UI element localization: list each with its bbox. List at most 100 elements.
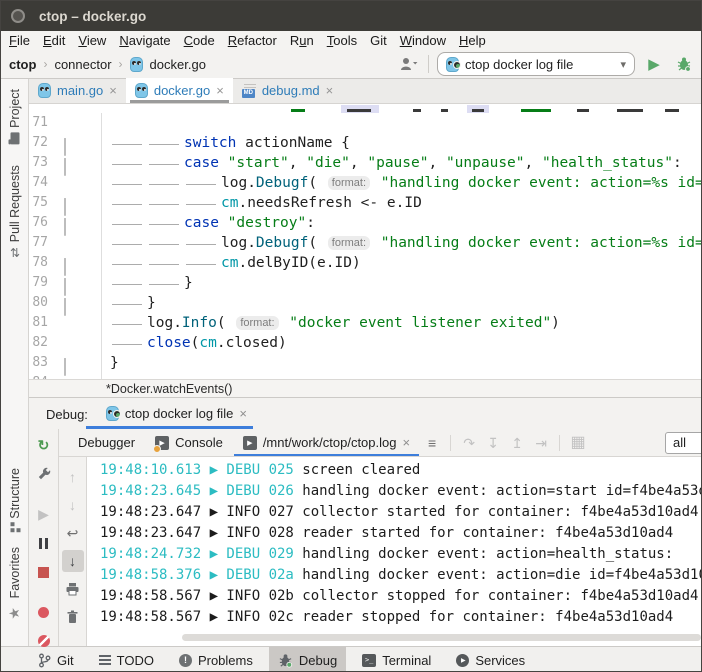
menu-window[interactable]: Window	[400, 33, 446, 48]
stop-icon[interactable]	[33, 561, 55, 583]
problems-icon: !	[179, 654, 192, 667]
sidebar-item-project[interactable]: Project	[8, 89, 22, 143]
soft-wrap-icon[interactable]: ↩	[62, 522, 84, 544]
tab-whitespace-icon	[184, 176, 221, 190]
log-filter-value: all	[673, 435, 686, 450]
editor-tab-docker-go[interactable]: docker.go×	[126, 78, 233, 103]
tab-whitespace-icon	[110, 136, 147, 150]
close-icon[interactable]: ×	[326, 83, 334, 98]
menu-edit[interactable]: Edit	[43, 33, 65, 48]
line-number: 78	[29, 253, 48, 273]
debug-tab-console[interactable]: ▶Console	[146, 429, 232, 457]
close-icon[interactable]: ×	[109, 83, 117, 98]
fold-slot	[64, 317, 76, 329]
status-item-label: Git	[57, 653, 74, 668]
run-configuration-select[interactable]: ctop docker log file ▾	[437, 52, 635, 76]
code-token: Debugf	[256, 235, 308, 251]
code-line-text: log.Debugf( format: "handling docker eve…	[102, 173, 701, 193]
code-token: ,	[428, 155, 445, 171]
run-to-cursor-icon[interactable]: ⇥	[530, 432, 552, 454]
debug-button[interactable]	[673, 53, 695, 75]
log-meta: 19:48:58.376 ▶ DEBU 02a	[100, 567, 302, 583]
step-out-icon[interactable]: ↥	[506, 432, 528, 454]
sidebar-item-pull-requests[interactable]: ⇅Pull Requests	[8, 165, 22, 258]
evaluate-icon[interactable]: ▦	[567, 432, 589, 454]
status-item-todo[interactable]: TODO	[90, 647, 163, 672]
breadcrumb-item[interactable]: connector	[54, 57, 111, 72]
code-line-text: close(cm.closed)	[102, 333, 287, 353]
debug-tab-debugger[interactable]: Debugger	[69, 429, 144, 457]
step-over-icon[interactable]: ↷	[458, 432, 480, 454]
breadcrumb-item[interactable]: docker.go	[150, 57, 206, 72]
step-into-icon[interactable]: ↧	[482, 432, 504, 454]
menu-refactor[interactable]: Refactor	[228, 33, 277, 48]
run-button[interactable]: ▶	[643, 53, 665, 75]
parameter-hint: format:	[328, 236, 370, 250]
editor-tab-debug-md[interactable]: debug.md×	[233, 78, 342, 103]
status-item-problems[interactable]: !Problems	[170, 647, 262, 672]
scroll-down-icon[interactable]: ↓	[62, 494, 84, 516]
code-token: (	[217, 315, 234, 331]
menu-tools[interactable]: Tools	[327, 33, 357, 48]
rerun-icon[interactable]: ↻	[33, 434, 55, 456]
horizontal-scrollbar[interactable]	[182, 634, 701, 641]
code-token: "handling docker event: action=%s id=%s	[372, 175, 701, 191]
close-icon[interactable]: ×	[402, 435, 410, 450]
tab-whitespace-icon	[147, 236, 184, 250]
code-line-text: cm.delByID(e.ID)	[102, 253, 361, 273]
ide-window: ctop – docker.go FileEditViewNavigateCod…	[0, 0, 702, 672]
folder-icon	[10, 132, 19, 144]
menu-file[interactable]: File	[9, 33, 30, 48]
code-token: :	[673, 155, 682, 171]
log-filter-select[interactable]: all	[665, 432, 701, 454]
menu-help[interactable]: Help	[459, 33, 486, 48]
structure-icon	[11, 525, 19, 532]
line-number: 73	[29, 153, 48, 173]
menu-code[interactable]: Code	[184, 33, 215, 48]
status-item-terminal[interactable]: >_Terminal	[353, 647, 440, 672]
log-message: reader stopped for container: f4be4a53d1…	[302, 609, 673, 625]
code-line: 77log.Debugf( format: "handling docker e…	[29, 233, 701, 253]
sidebar-item-favorites[interactable]: ★Favorites	[7, 547, 23, 620]
scroll-up-icon[interactable]: ↑	[62, 466, 84, 488]
sidebar-item-structure[interactable]: Structure	[8, 468, 22, 533]
fold-slot	[64, 337, 76, 349]
tab-whitespace-icon	[147, 156, 184, 170]
menu-run[interactable]: Run	[290, 33, 314, 48]
view-breakpoints-icon[interactable]	[33, 601, 55, 623]
pause-icon[interactable]	[33, 532, 55, 554]
resume-icon[interactable]: ▶	[33, 503, 55, 525]
status-item-debug[interactable]: Debug	[269, 647, 346, 672]
code-editor[interactable]: 7172switch actionName {73case "start", "…	[29, 113, 701, 379]
log-message: collector started for container: f4be4a5…	[302, 504, 698, 520]
debug-session-tab[interactable]: ctop docker log file ×	[100, 398, 253, 429]
editor-breadcrumb-item[interactable]: *Docker.watchEvents()	[106, 382, 232, 396]
menu-git[interactable]: Git	[370, 33, 387, 48]
chevron-right-icon: ›	[119, 57, 123, 71]
code-token: "destroy"	[228, 215, 307, 231]
log-meta: 19:48:23.647 ▶ INFO 028	[100, 525, 302, 541]
code-token: "pause"	[367, 155, 428, 171]
user-profile-icon[interactable]	[398, 53, 420, 75]
close-icon[interactable]: ×	[216, 83, 224, 98]
settings-icon[interactable]	[33, 463, 55, 485]
close-icon[interactable]: ×	[239, 406, 247, 421]
log-message: handling docker event: action=die id=f4b…	[302, 567, 701, 583]
status-item-git[interactable]: Git	[29, 647, 83, 672]
scroll-to-end-icon[interactable]: ↓	[62, 550, 84, 572]
editor-tab-main-go[interactable]: main.go×	[29, 78, 126, 103]
menu-navigate[interactable]: Navigate	[119, 33, 170, 48]
editor-gutter: 72	[29, 133, 102, 153]
clear-icon[interactable]	[62, 606, 84, 628]
window-button[interactable]	[11, 9, 25, 23]
tab-whitespace-icon	[110, 216, 147, 230]
debug-tab--mnt-work-ctop-ctop-log[interactable]: ▶/mnt/work/ctop/ctop.log×	[234, 429, 419, 457]
breadcrumb-item[interactable]: ctop	[9, 57, 36, 72]
print-icon[interactable]	[62, 578, 84, 600]
hamburger-icon[interactable]: ≡	[421, 432, 443, 454]
go-file-icon	[135, 83, 148, 98]
status-item-services[interactable]: ▶Services	[447, 647, 534, 672]
code-line-text: }	[102, 293, 156, 313]
menu-view[interactable]: View	[78, 33, 106, 48]
log-output[interactable]: 19:48:10.613 ▶ DEBU 025 screen cleared19…	[87, 457, 701, 646]
